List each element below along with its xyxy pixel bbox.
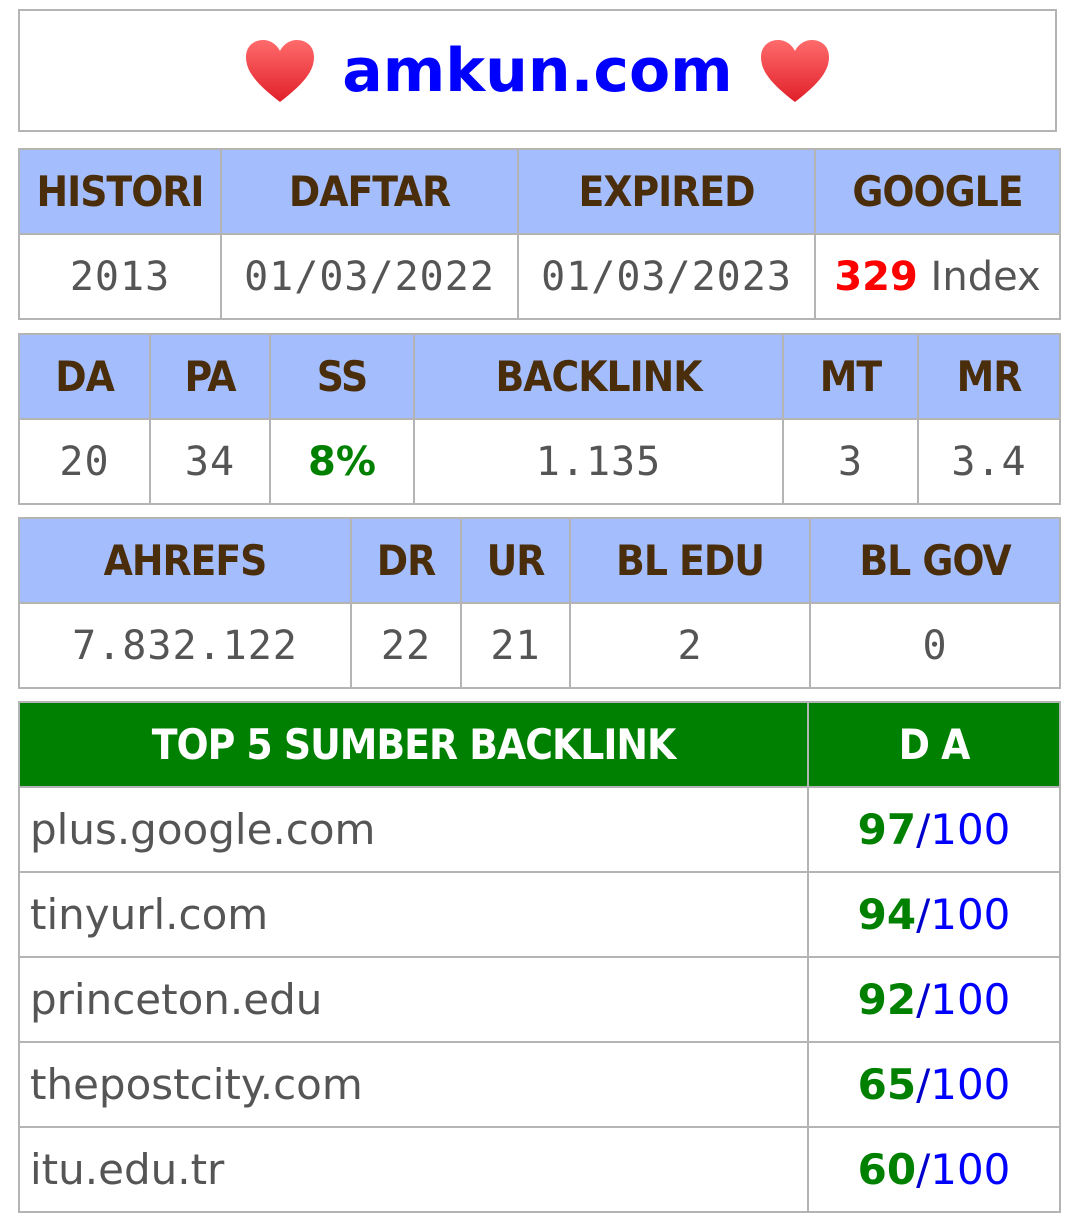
ahrefs-metrics-table: AHREFS DR UR BL EDU BL GOV 7.832.122 22 … [18, 517, 1061, 689]
bl-edu-value: 2 [569, 602, 811, 689]
dr-value: 22 [350, 602, 462, 689]
backlink-site: princeton.edu [18, 956, 809, 1043]
score-max: 100 [930, 975, 1011, 1024]
backlink-score: 94/100 [807, 871, 1061, 958]
backlink-value: 1.135 [413, 418, 784, 505]
pa-header: PA [149, 333, 271, 420]
backlink-score: 65/100 [807, 1041, 1061, 1128]
backlink-site: itu.edu.tr [18, 1126, 809, 1213]
backlink-site: plus.google.com [18, 786, 809, 873]
score-separator: / [916, 1060, 931, 1109]
bl-edu-header: BL EDU [569, 517, 811, 604]
da-value: 20 [18, 418, 151, 505]
score-separator: / [916, 805, 931, 854]
score-max: 100 [930, 805, 1011, 854]
mt-header: MT [782, 333, 919, 420]
bl-gov-header: BL GOV [809, 517, 1061, 604]
dr-header: DR [350, 517, 462, 604]
histori-header: HISTORI [18, 148, 222, 235]
ss-header: SS [269, 333, 415, 420]
mr-value: 3.4 [917, 418, 1061, 505]
heart-icon [246, 39, 315, 102]
backlink-score: 97/100 [807, 786, 1061, 873]
score-value: 65 [857, 1060, 917, 1109]
backlink-score: 92/100 [807, 956, 1061, 1043]
score-value: 92 [857, 975, 917, 1024]
score-max: 100 [930, 1145, 1011, 1194]
daftar-value: 01/03/2022 [220, 233, 519, 320]
google-index-value: 329 Index [814, 233, 1061, 320]
da-column-header: D A [807, 701, 1061, 788]
pa-value: 34 [149, 418, 271, 505]
top-backlinks-header: TOP 5 SUMBER BACKLINK [18, 701, 809, 788]
top-backlinks-table: TOP 5 SUMBER BACKLINK D A plus.google.co… [18, 701, 1061, 1213]
ahrefs-value: 7.832.122 [18, 602, 352, 689]
mr-header: MR [917, 333, 1061, 420]
histori-value: 2013 [18, 233, 222, 320]
backlink-site: thepostcity.com [18, 1041, 809, 1128]
mt-value: 3 [782, 418, 919, 505]
expired-header: EXPIRED [517, 148, 816, 235]
expired-value: 01/03/2023 [517, 233, 816, 320]
table-row: plus.google.com 97/100 [18, 786, 1061, 873]
table-row: tinyurl.com 94/100 [18, 871, 1061, 958]
score-separator: / [916, 975, 931, 1024]
score-value: 94 [857, 890, 917, 939]
score-value: 60 [857, 1145, 917, 1194]
score-separator: / [916, 890, 931, 939]
ur-value: 21 [460, 602, 571, 689]
daftar-header: DAFTAR [220, 148, 519, 235]
moz-metrics-table: DA PA SS BACKLINK MT MR 20 34 8% 1.135 3… [18, 333, 1061, 505]
table-row: itu.edu.tr 60/100 [18, 1126, 1061, 1213]
domain-header: amkun.com [18, 9, 1057, 132]
score-separator: / [916, 1145, 931, 1194]
heart-icon [760, 39, 829, 102]
domain-title: amkun.com [342, 35, 733, 106]
domain-info-table: HISTORI DAFTAR EXPIRED GOOGLE 2013 01/03… [18, 148, 1061, 320]
score-max: 100 [930, 1060, 1011, 1109]
score-value: 97 [857, 805, 917, 854]
score-max: 100 [930, 890, 1011, 939]
google-header: GOOGLE [814, 148, 1061, 235]
da-header: DA [18, 333, 151, 420]
table-row: thepostcity.com 65/100 [18, 1041, 1061, 1128]
backlink-score: 60/100 [807, 1126, 1061, 1213]
google-index-count: 329 [834, 253, 918, 300]
table-row: princeton.edu 92/100 [18, 956, 1061, 1043]
bl-gov-value: 0 [809, 602, 1061, 689]
ur-header: UR [460, 517, 571, 604]
backlink-site: tinyurl.com [18, 871, 809, 958]
ahrefs-header: AHREFS [18, 517, 352, 604]
google-index-label: Index [917, 253, 1041, 300]
backlink-header: BACKLINK [413, 333, 784, 420]
ss-value: 8% [269, 418, 415, 505]
